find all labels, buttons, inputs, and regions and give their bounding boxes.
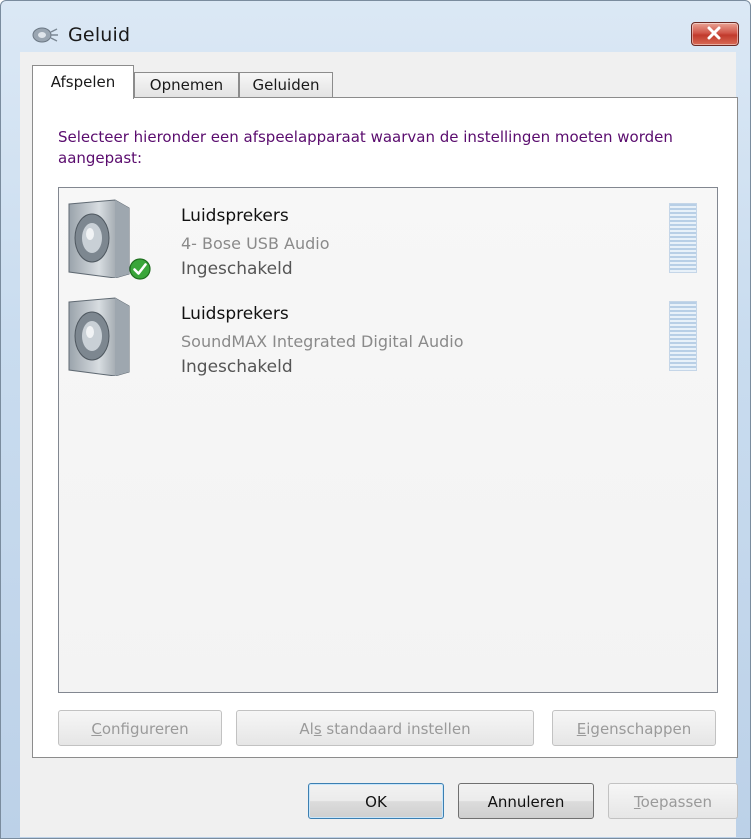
device-status: Ingeschakeld (181, 259, 293, 279)
list-item-device-1[interactable]: Luidsprekers 4- Bose USB Audio Ingeschak… (59, 188, 715, 282)
volume-level-meter (669, 203, 697, 273)
window-title: Geluid (68, 24, 131, 46)
tab-opnemen[interactable]: Opnemen (134, 72, 239, 97)
tab-geluiden[interactable]: Geluiden (239, 72, 333, 97)
device-description: 4- Bose USB Audio (181, 234, 330, 253)
ok-button[interactable]: OK (308, 783, 444, 819)
volume-level-meter (669, 301, 697, 371)
apply-button[interactable]: Toepassen (608, 783, 738, 819)
set-default-label-post: standaard instellen (321, 720, 471, 738)
configure-label-accel: C (91, 720, 102, 738)
properties-label-accel: E (576, 720, 587, 738)
device-name: Luidsprekers (181, 304, 289, 324)
configure-button[interactable]: Configureren (58, 710, 222, 746)
sound-app-icon (32, 27, 58, 43)
title-bar[interactable]: Geluid (1, 1, 750, 46)
set-default-label-accel: s (313, 720, 322, 738)
speaker-icon (68, 297, 130, 376)
set-default-label-pre: Al (299, 720, 314, 738)
device-status: Ingeschakeld (181, 357, 293, 377)
apply-label-post: oepassen (640, 793, 713, 811)
list-item-device-2[interactable]: Luidsprekers SoundMAX Integrated Digital… (59, 286, 715, 380)
cancel-button[interactable]: Annuleren (458, 783, 594, 819)
configure-label-post: onfigureren (101, 720, 189, 738)
instruction-text: Selecteer hieronder een afspeelapparaat … (58, 128, 673, 167)
set-default-button[interactable]: Als standaard instellen (236, 710, 534, 746)
speaker-icon (68, 199, 130, 278)
tab-afspelen[interactable]: Afspelen (32, 65, 134, 99)
properties-label-post: igenschappen (586, 720, 692, 738)
close-icon (707, 26, 721, 40)
playback-device-list[interactable]: Luidsprekers 4- Bose USB Audio Ingeschak… (58, 187, 718, 693)
properties-button[interactable]: Eigenschappen (552, 710, 716, 746)
close-button[interactable] (691, 22, 739, 46)
default-device-check-icon (129, 258, 151, 280)
device-description: SoundMAX Integrated Digital Audio (181, 332, 464, 351)
apply-label-accel: T (633, 793, 641, 811)
device-name: Luidsprekers (181, 206, 289, 226)
